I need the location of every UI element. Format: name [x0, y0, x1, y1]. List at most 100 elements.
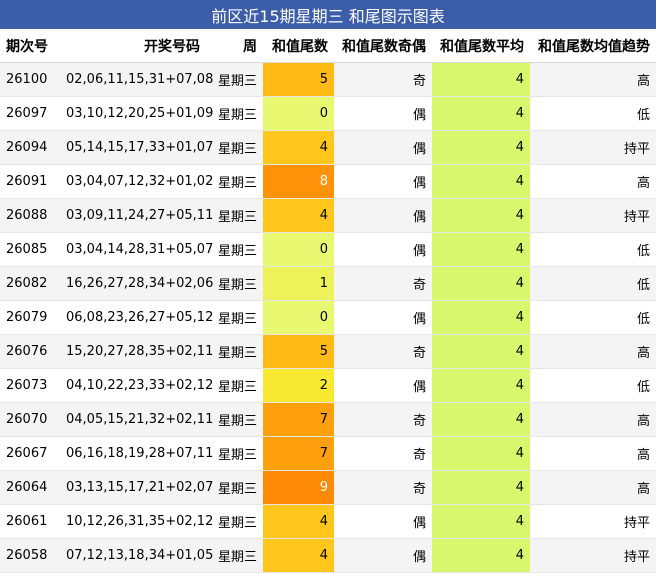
parity-cell: 奇 — [334, 402, 432, 437]
avg-cell: 4 — [432, 470, 530, 505]
issue-cell: 26064 — [0, 470, 60, 505]
sum-tail-cell: 4 — [263, 538, 334, 573]
issue-cell: 26058 — [0, 538, 60, 573]
numbers-cell: 10,12,26,31,35+02,12 — [60, 504, 213, 539]
col-header-trend: 和值尾数均值趋势 — [530, 29, 656, 63]
col-header-numbers: 开奖号码 — [60, 29, 206, 63]
weekday-cell: 星期三 — [206, 538, 263, 573]
avg-cell: 4 — [432, 538, 530, 573]
avg-cell: 4 — [432, 266, 530, 301]
issue-cell: 26100 — [0, 62, 60, 97]
numbers-cell: 03,04,07,12,32+01,02 — [60, 164, 213, 199]
weekday-cell: 星期三 — [206, 198, 263, 233]
parity-cell: 偶 — [334, 232, 432, 267]
avg-cell: 4 — [432, 96, 530, 131]
draw-table: 期次号 开奖号码 周 和值尾数 和值尾数奇偶 和值尾数平均 和值尾数均值趋势 2… — [0, 29, 656, 573]
table-row: 26064 03,13,15,17,21+02,07 星期三 9 奇 4 高 — [0, 470, 656, 505]
weekday-cell: 星期三 — [206, 300, 263, 335]
numbers-cell: 02,06,11,15,31+07,08 — [60, 62, 213, 97]
avg-cell: 4 — [432, 130, 530, 165]
avg-cell: 4 — [432, 402, 530, 437]
trend-cell: 持平 — [530, 538, 656, 573]
numbers-cell: 04,10,22,23,33+02,12 — [60, 368, 213, 403]
sum-tail-cell: 4 — [263, 130, 334, 165]
weekday-cell: 星期三 — [206, 504, 263, 539]
table-row: 26091 03,04,07,12,32+01,02 星期三 8 偶 4 高 — [0, 164, 656, 199]
table-row: 26088 03,09,11,24,27+05,11 星期三 4 偶 4 持平 — [0, 198, 656, 233]
sum-tail-cell: 4 — [263, 198, 334, 233]
trend-cell: 持平 — [530, 504, 656, 539]
weekday-cell: 星期三 — [206, 62, 263, 97]
weekday-cell: 星期三 — [206, 402, 263, 437]
issue-cell: 26088 — [0, 198, 60, 233]
numbers-cell: 07,12,13,18,34+01,05 — [60, 538, 213, 573]
issue-cell: 26094 — [0, 130, 60, 165]
parity-cell: 偶 — [334, 538, 432, 573]
sum-tail-cell: 2 — [263, 368, 334, 403]
numbers-cell: 03,10,12,20,25+01,09 — [60, 96, 213, 131]
trend-cell: 持平 — [530, 198, 656, 233]
avg-cell: 4 — [432, 164, 530, 199]
weekday-cell: 星期三 — [206, 130, 263, 165]
table-row: 26076 15,20,27,28,35+02,11 星期三 5 奇 4 高 — [0, 334, 656, 369]
weekday-cell: 星期三 — [206, 96, 263, 131]
col-header-avg: 和值尾数平均 — [432, 29, 530, 63]
sum-tail-cell: 0 — [263, 300, 334, 335]
parity-cell: 偶 — [334, 164, 432, 199]
sum-tail-cell: 5 — [263, 62, 334, 97]
issue-cell: 26097 — [0, 96, 60, 131]
table-row: 26100 02,06,11,15,31+07,08 星期三 5 奇 4 高 — [0, 62, 656, 97]
col-header-sum-tail: 和值尾数 — [263, 29, 334, 63]
table-row: 26097 03,10,12,20,25+01,09 星期三 0 偶 4 低 — [0, 96, 656, 131]
sum-tail-cell: 8 — [263, 164, 334, 199]
weekday-cell: 星期三 — [206, 232, 263, 267]
avg-cell: 4 — [432, 198, 530, 233]
trend-cell: 低 — [530, 266, 656, 301]
col-header-issue: 期次号 — [0, 29, 60, 63]
issue-cell: 26076 — [0, 334, 60, 369]
numbers-cell: 03,09,11,24,27+05,11 — [60, 198, 213, 233]
numbers-cell: 04,05,15,21,32+02,11 — [60, 402, 213, 437]
parity-cell: 偶 — [334, 130, 432, 165]
issue-cell: 26085 — [0, 232, 60, 267]
sum-tail-cell: 1 — [263, 266, 334, 301]
issue-cell: 26091 — [0, 164, 60, 199]
issue-cell: 26070 — [0, 402, 60, 437]
issue-cell: 26061 — [0, 504, 60, 539]
trend-cell: 高 — [530, 164, 656, 199]
parity-cell: 奇 — [334, 266, 432, 301]
table-row: 26085 03,04,14,28,31+05,07 星期三 0 偶 4 低 — [0, 232, 656, 267]
issue-cell: 26073 — [0, 368, 60, 403]
sum-tail-cell: 7 — [263, 436, 334, 471]
trend-cell: 低 — [530, 96, 656, 131]
avg-cell: 4 — [432, 334, 530, 369]
parity-cell: 奇 — [334, 436, 432, 471]
weekday-cell: 星期三 — [206, 266, 263, 301]
parity-cell: 偶 — [334, 368, 432, 403]
issue-cell: 26079 — [0, 300, 60, 335]
avg-cell: 4 — [432, 232, 530, 267]
trend-cell: 高 — [530, 402, 656, 437]
avg-cell: 4 — [432, 62, 530, 97]
sum-tail-cell: 4 — [263, 504, 334, 539]
avg-cell: 4 — [432, 368, 530, 403]
sum-tail-cell: 5 — [263, 334, 334, 369]
avg-cell: 4 — [432, 436, 530, 471]
table-row: 26073 04,10,22,23,33+02,12 星期三 2 偶 4 低 — [0, 368, 656, 403]
weekday-cell: 星期三 — [206, 470, 263, 505]
avg-cell: 4 — [432, 504, 530, 539]
parity-cell: 偶 — [334, 504, 432, 539]
trend-cell: 高 — [530, 470, 656, 505]
col-header-weekday: 周 — [206, 29, 263, 63]
header-row: 期次号 开奖号码 周 和值尾数 和值尾数奇偶 和值尾数平均 和值尾数均值趋势 — [0, 29, 656, 63]
trend-cell: 高 — [530, 436, 656, 471]
trend-cell: 高 — [530, 62, 656, 97]
table-row: 26079 06,08,23,26,27+05,12 星期三 0 偶 4 低 — [0, 300, 656, 335]
parity-cell: 奇 — [334, 470, 432, 505]
numbers-cell: 06,16,18,19,28+07,11 — [60, 436, 213, 471]
trend-cell: 高 — [530, 334, 656, 369]
col-header-parity: 和值尾数奇偶 — [334, 29, 432, 63]
trend-cell: 低 — [530, 368, 656, 403]
table-row: 26070 04,05,15,21,32+02,11 星期三 7 奇 4 高 — [0, 402, 656, 437]
parity-cell: 奇 — [334, 334, 432, 369]
